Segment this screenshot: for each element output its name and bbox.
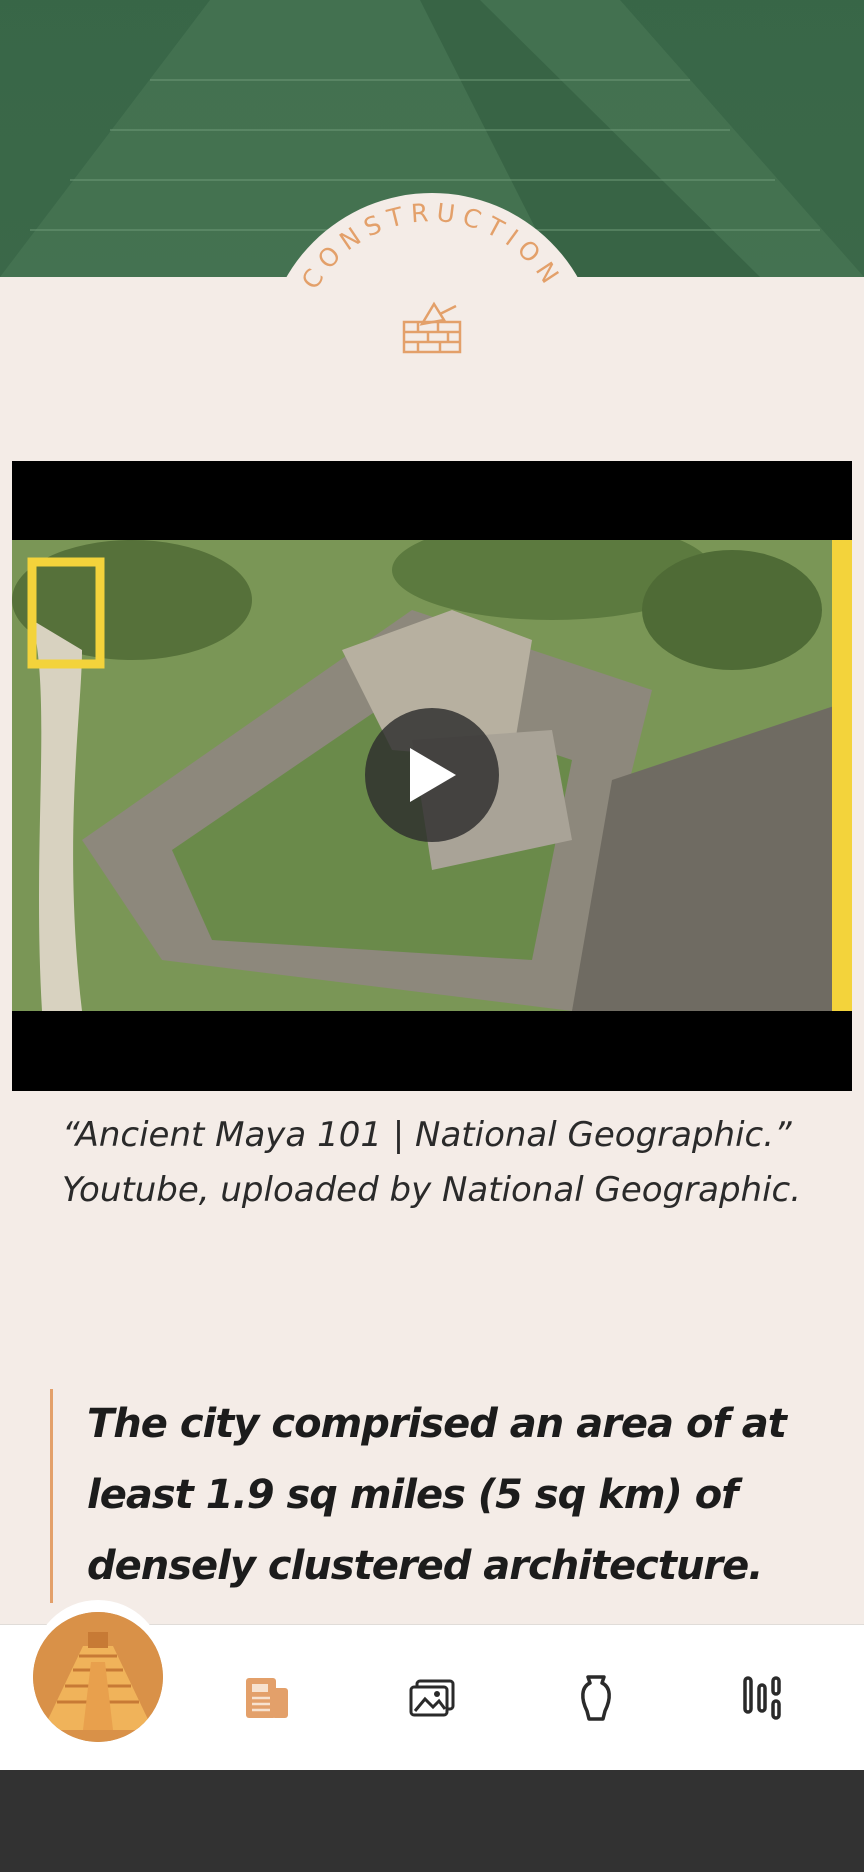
brick-trowel-icon [400, 300, 464, 360]
news-icon[interactable] [243, 1674, 291, 1722]
timeline-icon[interactable] [738, 1674, 786, 1722]
video-player[interactable] [12, 461, 852, 1091]
pull-quote-text: The city comprised an area of at least 1… [87, 1401, 787, 1589]
play-icon [410, 748, 456, 802]
vase-icon[interactable] [572, 1674, 620, 1722]
pyramid-logo[interactable] [33, 1612, 163, 1742]
play-button[interactable] [365, 708, 499, 842]
video-caption: “Ancient Maya 101 | National Geographic.… [62, 1115, 802, 1210]
pull-quote: The city comprised an area of at least 1… [50, 1389, 820, 1603]
gallery-icon[interactable] [408, 1674, 456, 1722]
svg-text:CONSTRUCTION: CONSTRUCTION [296, 198, 568, 294]
system-navigation-bar [0, 1770, 864, 1872]
